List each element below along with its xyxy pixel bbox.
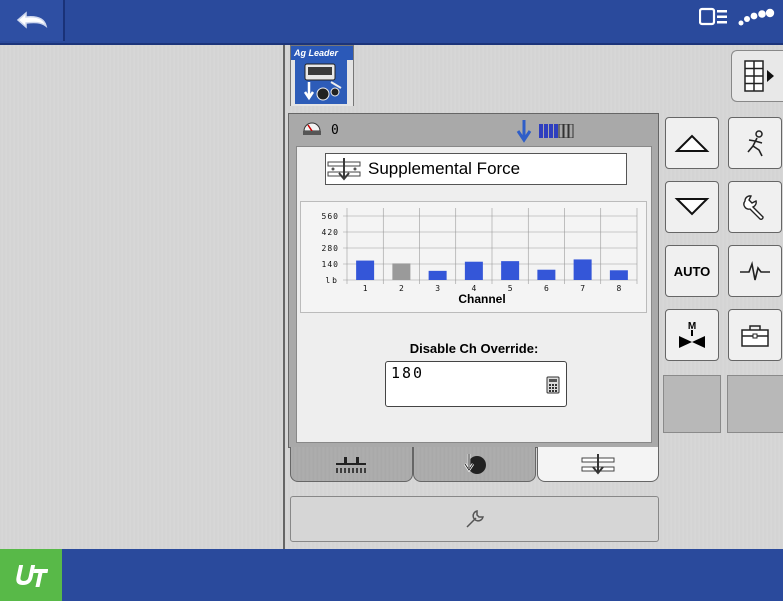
downforce-wheel-icon (463, 454, 486, 474)
chart-ytick-label: 420 (322, 228, 339, 237)
triangle-down-icon (674, 198, 710, 216)
chart-xtick-label: 2 (399, 284, 404, 293)
tools-button[interactable] (728, 181, 782, 233)
diagnostics-button[interactable] (728, 245, 782, 297)
wrench-icon (465, 510, 484, 528)
chart-bar (501, 261, 520, 280)
chart-xtick-label: 5 (508, 284, 513, 293)
supplemental-force-icon (327, 158, 361, 181)
settings-bar-button[interactable] (290, 496, 659, 542)
down-arrow-icon (516, 120, 532, 143)
chart-xtick-label: 3 (435, 284, 440, 293)
layout-grid-button[interactable] (731, 50, 783, 102)
ut-logo-icon (16, 565, 48, 587)
running-person-icon (747, 130, 763, 157)
screen-settings-icon[interactable] (699, 6, 729, 28)
tab-downforce[interactable] (413, 447, 536, 482)
calculator-icon[interactable] (546, 376, 560, 394)
status-icons (699, 6, 775, 28)
back-button[interactable] (0, 0, 65, 41)
chart-ytick-label: 140 (322, 260, 339, 269)
chart-xtick-label: 1 (363, 284, 368, 293)
chart-ytick-label: 560 (322, 212, 339, 221)
app-tab-label: Ag Leader (291, 46, 353, 60)
scroll-down-button[interactable] (665, 181, 719, 233)
universal-terminal-logo-icon[interactable] (0, 549, 62, 601)
override-label: Disable Ch Override: (409, 341, 539, 356)
bottom-bar (0, 549, 783, 601)
chart-xtick-label: 6 (544, 284, 549, 293)
content-panel: 0 Supplemental Force 140 280 420 560 lb … (288, 113, 659, 448)
chart-ytick-label: 280 (322, 244, 339, 253)
supplemental-force-tab-icon (581, 454, 615, 475)
chart-xtick-label: 7 (580, 284, 585, 293)
manual-valve-icon: M (679, 321, 705, 348)
chart-bar (392, 263, 411, 280)
tab-supplemental-force[interactable] (537, 447, 659, 482)
gauge-icon (303, 122, 321, 135)
toolbox-icon (741, 325, 769, 347)
auto-mode-button[interactable]: AUTO (665, 245, 719, 297)
back-arrow-icon (16, 10, 47, 29)
run-diagnostics-button[interactable] (728, 117, 782, 169)
empty-softkey-left (663, 375, 721, 433)
force-chart-svg: 140280420560lb1 2 3 4 5 6 7 8Channel (322, 208, 638, 306)
wrench-icon (743, 195, 764, 220)
empty-softkey-right (727, 375, 783, 433)
toolbox-button[interactable] (728, 309, 782, 361)
manual-valve-button[interactable]: M (665, 309, 719, 361)
override-input[interactable]: 180 (385, 361, 567, 407)
chart-bar (609, 270, 628, 280)
auto-label: AUTO (673, 263, 711, 279)
app-tab[interactable]: Ag Leader (290, 45, 354, 106)
pulse-icon (740, 261, 770, 281)
scroll-up-button[interactable] (665, 117, 719, 169)
panel-header: 0 (293, 119, 655, 143)
force-chart: 140 280 420 560 lb 1 2 3 4 5 6 7 8 Channel (300, 201, 647, 313)
gps-signal-icon[interactable] (737, 6, 775, 28)
panel-inner: Supplemental Force 140 280 420 560 lb 1 2 3 4 5 6 7… (296, 146, 652, 443)
chart-bar (356, 260, 375, 280)
override-value: 180 (391, 364, 425, 382)
chart-ylabel: lb (325, 276, 339, 285)
row-units-icon (335, 457, 366, 473)
planter-icon (295, 60, 347, 104)
channel-mode-label: Supplemental Force (368, 159, 521, 178)
chart-xlabel: Channel (458, 292, 505, 306)
chart-bar (573, 259, 592, 280)
top-bar (0, 0, 783, 45)
chart-bar (428, 270, 447, 280)
chart-bar (537, 269, 556, 280)
level-bars-icon (539, 124, 574, 138)
tab-row-units[interactable] (290, 447, 413, 482)
triangle-up-icon (674, 134, 710, 152)
rate-value: 0 (331, 123, 339, 138)
chart-xtick-label: 8 (616, 284, 621, 293)
left-panel (0, 45, 283, 549)
channel-mode-selector[interactable]: Supplemental Force (325, 153, 627, 185)
chart-bar (464, 261, 483, 280)
grid-icon (744, 60, 774, 92)
